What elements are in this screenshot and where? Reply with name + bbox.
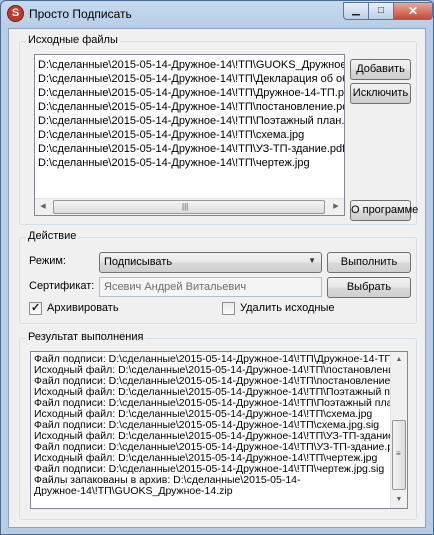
result-group-label: Результат выполнения bbox=[26, 331, 146, 343]
select-certificate-button[interactable]: Выбрать bbox=[327, 277, 411, 298]
action-group-label: Действие bbox=[26, 230, 79, 242]
list-item[interactable]: D:\сделанные\2015-05-14-Дружное-14\!ТП\Д… bbox=[38, 86, 344, 100]
action-group: Действие Режим: Подписывать ▼ Выполнить … bbox=[19, 230, 417, 324]
delete-source-checkbox[interactable] bbox=[222, 302, 235, 315]
certificate-field[interactable]: Ясевич Андрей Витальевич bbox=[99, 277, 322, 297]
app-icon[interactable]: S bbox=[7, 5, 24, 22]
certificate-value: Ясевич Андрей Витальевич bbox=[104, 281, 247, 293]
scrollbar-thumb[interactable]: ≡ bbox=[392, 420, 406, 490]
mode-select[interactable]: Подписывать ▼ bbox=[99, 252, 322, 273]
close-icon: ✕ bbox=[407, 4, 419, 18]
list-item[interactable]: D:\сделанные\2015-05-14-Дружное-14\!ТП\с… bbox=[38, 128, 304, 142]
list-item[interactable]: D:\сделанные\2015-05-14-Дружное-14\!ТП\G… bbox=[38, 58, 344, 72]
minimize-icon: ▁ bbox=[352, 5, 360, 16]
mode-label: Режим: bbox=[29, 255, 66, 267]
about-button[interactable]: О программе bbox=[350, 200, 418, 221]
scrollbar-thumb[interactable]: ||| bbox=[53, 200, 325, 214]
horizontal-scrollbar[interactable]: ◀ ||| ▶ bbox=[35, 198, 344, 215]
result-group: Результат выполнения Файл подписи: D:\сд… bbox=[19, 331, 417, 520]
archive-label: Архивировать bbox=[47, 302, 119, 314]
maximize-button[interactable]: □ bbox=[368, 2, 394, 20]
vertical-scrollbar[interactable]: ▲ ≡ ▼ bbox=[390, 352, 407, 508]
list-item[interactable]: D:\сделанные\2015-05-14-Дружное-14\!ТП\П… bbox=[38, 114, 344, 128]
close-button[interactable]: ✕ bbox=[393, 2, 433, 20]
archive-checkbox[interactable]: ✓ bbox=[29, 302, 42, 315]
check-icon: ✓ bbox=[31, 302, 41, 314]
maximize-icon: □ bbox=[377, 5, 385, 16]
list-item[interactable]: D:\сделанные\2015-05-14-Дружное-14\!ТП\п… bbox=[38, 100, 344, 114]
add-button[interactable]: Добавить bbox=[350, 59, 411, 80]
window-title: Просто Подписать bbox=[29, 7, 132, 21]
execute-button[interactable]: Выполнить bbox=[327, 252, 411, 273]
scroll-grip-icon: ≡ bbox=[396, 449, 401, 458]
scroll-right-button[interactable]: ▶ bbox=[328, 199, 344, 215]
scroll-down-button[interactable]: ▼ bbox=[391, 492, 407, 508]
title-bar[interactable]: S Просто Подписать ▁ □ ✕ bbox=[1, 1, 433, 27]
certificate-label: Сертификат: bbox=[29, 280, 95, 292]
source-files-group-label: Исходные файлы bbox=[26, 34, 120, 46]
source-files-group: Исходные файлы D:\сделанные\2015-05-14-Д… bbox=[19, 34, 418, 225]
delete-source-label: Удалить исходные bbox=[240, 302, 335, 314]
result-line: Дружное-14\!ТП\GUOKS_Дружное-14.zip bbox=[34, 485, 233, 497]
source-files-list[interactable]: D:\сделанные\2015-05-14-Дружное-14\!ТП\G… bbox=[34, 54, 345, 216]
list-item[interactable]: D:\сделанные\2015-05-14-Дружное-14\!ТП\Д… bbox=[38, 72, 344, 86]
remove-button[interactable]: Исключить bbox=[350, 83, 411, 104]
main-panel: Исходные файлы D:\сделанные\2015-05-14-Д… bbox=[8, 28, 426, 528]
result-text-area[interactable]: Файл подписи: D:\сделанные\2015-05-14-Др… bbox=[30, 351, 408, 509]
list-item[interactable]: D:\сделанные\2015-05-14-Дружное-14\!ТП\ч… bbox=[38, 156, 310, 170]
chevron-down-icon: ▼ bbox=[308, 256, 316, 265]
mode-value: Подписывать bbox=[104, 256, 173, 268]
scroll-left-button[interactable]: ◀ bbox=[35, 199, 51, 215]
minimize-button[interactable]: ▁ bbox=[343, 2, 369, 20]
app-window: S Просто Подписать ▁ □ ✕ Исходные файлы … bbox=[0, 0, 434, 535]
list-item[interactable]: D:\сделанные\2015-05-14-Дружное-14\!ТП\У… bbox=[38, 142, 344, 156]
scroll-up-button[interactable]: ▲ bbox=[391, 352, 407, 368]
scroll-grip-icon: ||| bbox=[182, 202, 189, 211]
